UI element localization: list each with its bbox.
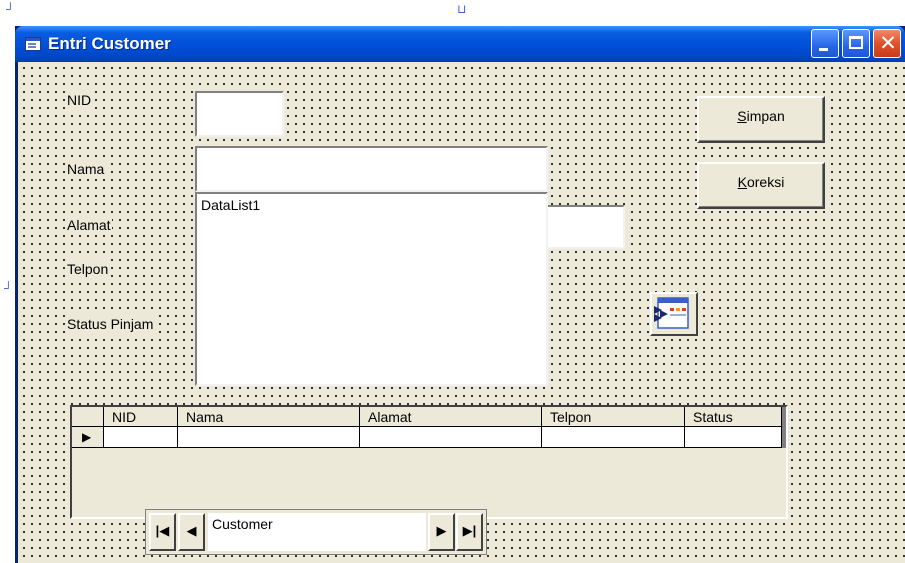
close-icon: ✕ — [879, 32, 897, 55]
grid-cell[interactable] — [104, 427, 178, 448]
simpan-button[interactable]: Simpan — [697, 96, 825, 143]
label-telpon: Telpon — [66, 259, 110, 279]
row-selector[interactable]: ▶ — [72, 427, 104, 448]
simpan-label: impan — [746, 108, 785, 124]
minimize-button[interactable] — [811, 29, 839, 58]
nama-field[interactable] — [195, 146, 548, 192]
grid-cell[interactable] — [178, 427, 360, 448]
grid-column-header[interactable]: NID — [104, 407, 178, 427]
label-nid: NID — [66, 90, 93, 110]
grid-column-header[interactable]: Status — [685, 407, 782, 427]
move-previous-button[interactable]: ◀ — [178, 513, 205, 551]
grid-empty-area — [72, 448, 786, 517]
move-last-button[interactable]: ▶| — [456, 513, 483, 551]
move-first-button[interactable]: |◀ — [149, 513, 176, 551]
resize-handle-top-center[interactable]: ⊔ — [457, 3, 466, 15]
datalist-caption: DataList1 — [201, 197, 261, 213]
move-next-button[interactable]: ▶ — [428, 513, 455, 551]
adodc-control-icon[interactable] — [650, 292, 698, 336]
form-icon[interactable] — [25, 37, 41, 51]
form-window: Entri Customer ✕ NID Nama Alamat Telpon … — [15, 26, 905, 563]
label-alamat: Alamat — [66, 215, 112, 235]
nid-field[interactable] — [195, 91, 284, 137]
title-bar[interactable]: Entri Customer ✕ — [15, 26, 905, 62]
minimize-icon — [819, 48, 828, 51]
grid-cell[interactable] — [360, 427, 542, 448]
row-pointer-icon: ▶ — [82, 430, 92, 444]
maximize-button[interactable] — [842, 29, 870, 58]
window-title: Entri Customer — [48, 34, 171, 53]
grid-column-header[interactable]: Nama — [178, 407, 360, 427]
grid-column-header[interactable]: Telpon — [542, 407, 685, 427]
simpan-accelerator: S — [737, 108, 747, 124]
grid-column-header[interactable]: Alamat — [360, 407, 542, 427]
form-canvas[interactable]: NID Nama Alamat Telpon Status Pinjam Dat… — [18, 62, 905, 563]
grid-cell[interactable] — [542, 427, 685, 448]
close-button[interactable]: ✕ — [873, 29, 901, 58]
grid-header: NID Nama Alamat Telpon Status — [72, 407, 786, 427]
telpon-field[interactable] — [541, 205, 625, 249]
customer-datagrid[interactable]: NID Nama Alamat Telpon Status ▶ — [70, 405, 788, 519]
grid-cell[interactable] — [685, 427, 782, 448]
resize-handle-middle-left[interactable]: ┘ — [4, 282, 13, 294]
table-row[interactable]: ▶ — [72, 427, 786, 448]
label-status-pinjam: Status Pinjam — [66, 314, 155, 334]
koreksi-button[interactable]: Koreksi — [697, 162, 825, 209]
adodc-icon-graphic — [654, 297, 689, 329]
koreksi-accelerator: K — [737, 174, 747, 190]
adodc-caption: Customer — [208, 513, 426, 551]
resize-handle-top-left[interactable]: ┘ — [6, 3, 15, 15]
adodc-navigator[interactable]: |◀ ◀ Customer ▶ ▶| — [145, 509, 487, 555]
label-nama: Nama — [66, 159, 106, 179]
grid-corner[interactable] — [72, 407, 104, 427]
maximize-icon — [849, 36, 863, 49]
koreksi-label: oreksi — [746, 174, 785, 190]
datalist-control[interactable]: DataList1 — [195, 192, 548, 386]
